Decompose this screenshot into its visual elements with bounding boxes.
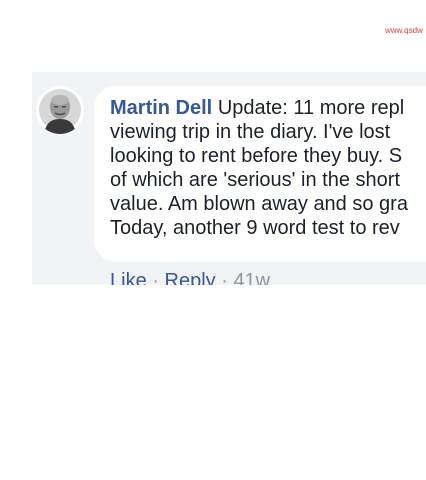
user-photo-icon [37,87,83,134]
comment-body: Martin Dell Update: 11 more repl viewing… [110,96,426,240]
comment-line: viewing trip in the diary. I've lost [110,121,391,143]
avatar[interactable] [36,86,84,134]
comment-timestamp[interactable]: 41w [233,270,270,285]
comment-bubble: Martin Dell Update: 11 more repl viewing… [94,86,426,262]
comment-line: Today, another 9 word test to rev [110,217,400,239]
watermark: www.qsdw [385,26,423,35]
comment-text-segment: Update: 11 more repl [217,97,405,119]
comment-line: Martin Dell Update: 11 more repl [110,96,426,120]
author-name-link[interactable]: Martin Dell [110,97,212,119]
page: www.qsdw Martin Dell Update: 11 more rep… [0,0,426,480]
comment-actions: Like · Reply · 41w [110,269,270,285]
comment-line: value. Am blown away and so gra [110,193,408,215]
action-separator: · [152,270,159,285]
comment-line: of which are 'serious' in the short [110,169,400,191]
reply-link[interactable]: Reply [165,270,216,285]
comment-thread: Martin Dell Update: 11 more repl viewing… [32,72,426,285]
comment-line: looking to rent before they buy. S [110,145,403,167]
action-separator: · [221,270,228,285]
like-link[interactable]: Like [110,270,147,285]
